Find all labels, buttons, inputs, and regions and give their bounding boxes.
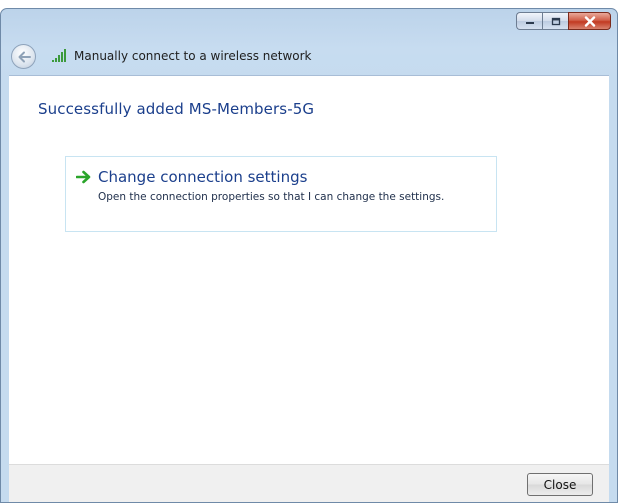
page-heading: Successfully added MS-Members-5G [38, 100, 315, 118]
footer-bar: Close [9, 464, 609, 502]
option-title: Change connection settings [98, 168, 308, 186]
close-icon [584, 15, 595, 27]
wizard-window: Manually connect to a wireless network S… [0, 8, 618, 503]
maximize-icon [551, 17, 560, 25]
window-title: Manually connect to a wireless network [74, 49, 312, 63]
caption-buttons [516, 12, 611, 30]
change-connection-settings-link[interactable]: Change connection settings Open the conn… [65, 156, 497, 232]
back-arrow-icon [18, 51, 31, 62]
wireless-signal-icon [52, 49, 66, 62]
option-description: Open the connection properties so that I… [98, 191, 445, 203]
content-area: Successfully added MS-Members-5G Change … [9, 75, 609, 464]
back-button[interactable] [11, 44, 36, 69]
maximize-button[interactable] [542, 12, 568, 30]
close-button[interactable]: Close [527, 473, 593, 496]
nav-bar: Manually connect to a wireless network [1, 44, 617, 74]
minimize-button[interactable] [516, 12, 542, 30]
window-close-button[interactable] [568, 12, 611, 30]
green-arrow-icon [76, 170, 91, 184]
minimize-icon [525, 22, 534, 24]
